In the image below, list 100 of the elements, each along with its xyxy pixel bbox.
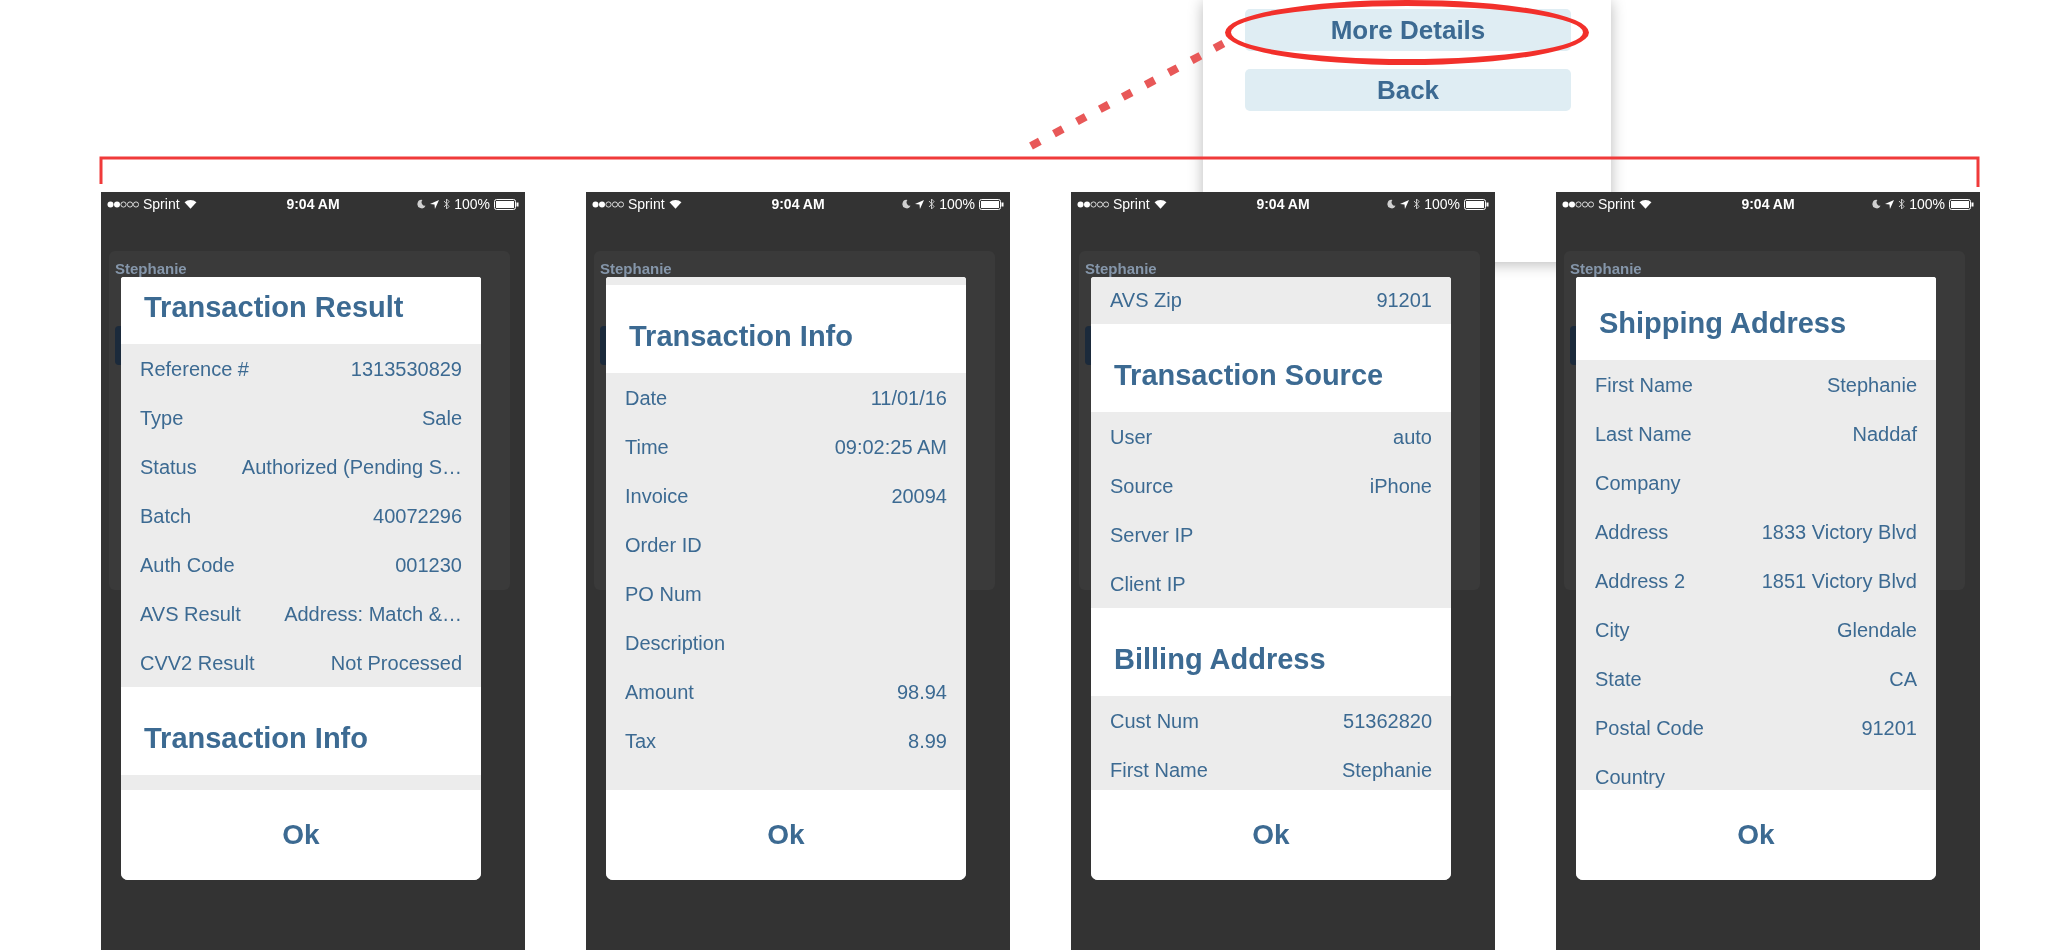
- row-label: First Name: [1110, 758, 1208, 781]
- section-title: Shipping Address: [1599, 306, 1847, 340]
- row-value: Glendale: [1836, 618, 1917, 641]
- bluetooth-icon: [928, 198, 936, 210]
- row-label: State: [1595, 667, 1642, 690]
- row-value: auto: [1393, 425, 1432, 448]
- popup-button[interactable]: More Details: [1245, 9, 1571, 51]
- row-value: 09:02:25 AM: [834, 435, 947, 458]
- row-label: Order ID: [625, 533, 702, 556]
- section-title: Transaction Info: [144, 721, 368, 755]
- row-value: 1833 Victory Blvd: [1761, 520, 1917, 543]
- row-value: 98.94: [896, 680, 947, 703]
- row-label: User: [1110, 425, 1153, 448]
- row-label: Cust Num: [1110, 709, 1199, 732]
- carrier-name: Sprint: [143, 196, 180, 212]
- signal-dots-icon: [1562, 200, 1594, 208]
- wifi-icon: [1638, 199, 1652, 209]
- row-label: Amount: [625, 680, 694, 703]
- row-value: Naddaf: [1852, 422, 1917, 445]
- clock-time: 9:04 AM: [1256, 196, 1310, 212]
- wifi-icon: [183, 199, 197, 209]
- clock-time: 9:04 AM: [1741, 196, 1795, 212]
- battery-icon: [494, 198, 519, 210]
- row-label: Date: [625, 386, 668, 409]
- row-label: First Name: [1595, 373, 1693, 396]
- dimmed-name-text: Stephanie: [1085, 260, 1157, 277]
- battery-percent: 100%: [1424, 196, 1460, 212]
- location-arrow-icon: [430, 199, 440, 209]
- popup-button[interactable]: Back: [1245, 69, 1571, 111]
- dimmed-name-text: Stephanie: [600, 260, 672, 277]
- row-value: Sale: [421, 406, 462, 429]
- row-value: Stephanie: [1341, 758, 1432, 781]
- section-title: Transaction Source: [1114, 358, 1384, 392]
- dimmed-name-text: Stephanie: [1570, 260, 1642, 277]
- row-label: Status: [140, 455, 197, 478]
- row-label: Country: [1595, 765, 1666, 788]
- row-value: 11/01/16: [870, 386, 947, 409]
- row-label: Type: [140, 406, 184, 429]
- row-value: 20094: [891, 484, 947, 507]
- row-label: City: [1595, 618, 1630, 641]
- section-title: Transaction Result: [144, 290, 404, 324]
- row-label: Description: [625, 631, 726, 654]
- row-value: Stephanie: [1826, 373, 1917, 396]
- carrier-name: Sprint: [628, 196, 665, 212]
- row-label: Auth Code: [140, 553, 235, 576]
- row-value: 001230: [395, 553, 462, 576]
- row-label: AVS Zip: [1110, 288, 1182, 311]
- wifi-icon: [668, 199, 682, 209]
- row-value: Not Processed: [330, 651, 462, 674]
- bluetooth-icon: [443, 198, 451, 210]
- row-label: Address 2: [1595, 569, 1686, 592]
- row-value: 91201: [1376, 288, 1432, 311]
- row-label: Batch: [140, 504, 192, 527]
- row-value: 51362820: [1343, 709, 1432, 732]
- bluetooth-icon: [1413, 198, 1421, 210]
- row-value: 40072296: [373, 504, 462, 527]
- row-value: 1313530829: [350, 357, 462, 380]
- row-value: Authorized (Pending S…: [241, 455, 462, 478]
- row-label: Invoice: [625, 484, 689, 507]
- row-value: CA: [1889, 667, 1917, 690]
- row-label: Time: [625, 435, 669, 458]
- row-label: CVV2 Result: [140, 651, 255, 674]
- location-arrow-icon: [1885, 199, 1895, 209]
- clock-time: 9:04 AM: [286, 196, 340, 212]
- location-arrow-icon: [1400, 199, 1410, 209]
- section-title: Billing Address: [1114, 642, 1326, 676]
- row-label: AVS Result: [140, 602, 241, 625]
- row-label: Server IP: [1110, 523, 1194, 546]
- row-value: Address: Match &…: [284, 602, 462, 625]
- dimmed-name-text: Stephanie: [115, 260, 187, 277]
- moon-icon: [902, 199, 912, 209]
- battery-icon: [979, 198, 1004, 210]
- row-value: 8.99: [908, 729, 947, 752]
- battery-percent: 100%: [939, 196, 975, 212]
- row-value: 91201: [1861, 716, 1917, 739]
- carrier-name: Sprint: [1598, 196, 1635, 212]
- row-label: Client IP: [1110, 572, 1186, 595]
- battery-percent: 100%: [454, 196, 490, 212]
- signal-dots-icon: [107, 200, 139, 208]
- signal-dots-icon: [1077, 200, 1109, 208]
- battery-icon: [1949, 198, 1974, 210]
- carrier-name: Sprint: [1113, 196, 1150, 212]
- bluetooth-icon: [1898, 198, 1906, 210]
- row-label: Reference #: [140, 357, 249, 380]
- battery-percent: 100%: [1909, 196, 1945, 212]
- clock-time: 9:04 AM: [771, 196, 825, 212]
- section-title: Transaction Info: [629, 319, 853, 353]
- row-label: Address: [1595, 520, 1669, 543]
- wifi-icon: [1153, 199, 1167, 209]
- row-label: Last Name: [1595, 422, 1692, 445]
- signal-dots-icon: [592, 200, 624, 208]
- battery-icon: [1464, 198, 1489, 210]
- row-label: Postal Code: [1595, 716, 1704, 739]
- location-arrow-icon: [915, 199, 925, 209]
- row-label: PO Num: [625, 582, 702, 605]
- moon-icon: [1387, 199, 1397, 209]
- row-label: Source: [1110, 474, 1174, 497]
- moon-icon: [417, 199, 427, 209]
- row-value: 1851 Victory Blvd: [1761, 569, 1917, 592]
- moon-icon: [1872, 199, 1882, 209]
